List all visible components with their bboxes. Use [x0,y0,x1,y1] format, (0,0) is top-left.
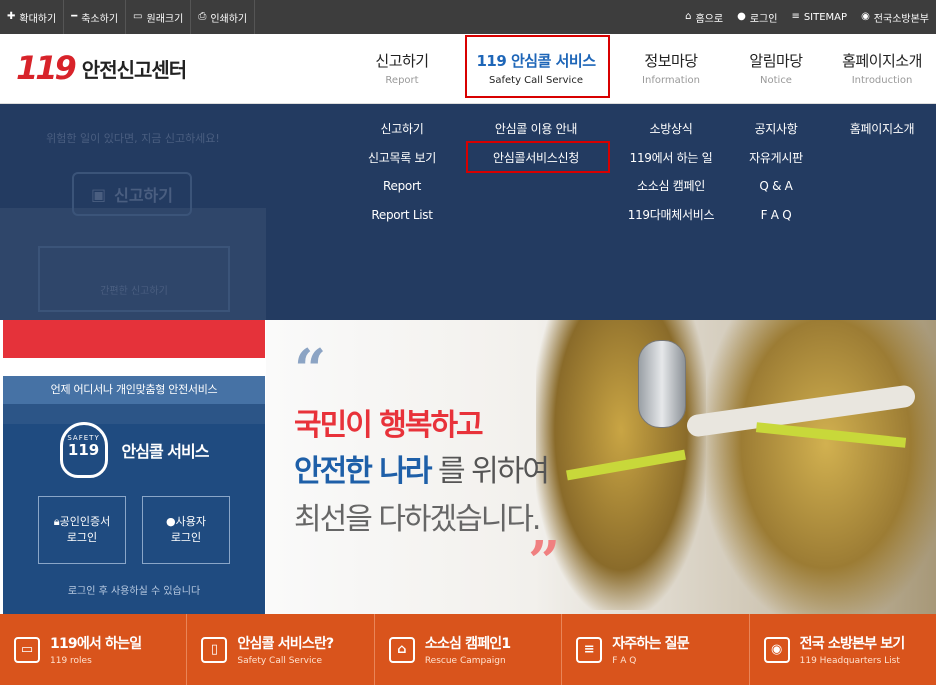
chat-icon: ≡ [576,636,603,663]
menu-item-fire-knowledge[interactable]: 소방상식 [620,120,722,149]
open-quote-icon: “ [294,337,327,403]
minus-icon: ━ [71,11,78,22]
user-icon: ●사용자 [166,515,206,528]
house-icon: ⌂ [388,636,415,663]
monitor-icon: ▭ [133,11,143,22]
hero-banner: “ 국민이 행복하고 안전한 나라 를 위하여 최선을 다하겠습니다. ” [266,320,936,616]
quick-link-119-roles[interactable]: ▭ 119에서 하는일 119 roles [0,614,188,685]
quick-link-headquarters[interactable]: ◉ 전국 소방본부 보기 119 Headquarters List [750,614,936,685]
quick-links-bar: ▭ 119에서 하는일 119 roles ▯ 안심콜 서비스란? Safety C… [0,614,936,685]
fire-hq-link[interactable]: ◉ 전국소방본부 [854,10,936,25]
report-panel-dimmed [0,208,266,424]
menu-item-free-board[interactable]: 자유게시판 [722,149,830,178]
login-buttons: 🔒︎공인인증서 로그인 ●사용자 로그인 [3,496,265,564]
safety-119-icon: SAFETY 119 [59,422,108,478]
menu-item-introduction[interactable]: 홈페이지소개 [830,120,934,149]
menu-col-notice: 공지사항 자유게시판 Q & A F A Q [722,120,830,234]
menu-col-information: 소방상식 119에서 하는 일 소소심 캠페인 119다매체서비스 [620,120,722,234]
gnb-introduction[interactable]: 홈페이지소개 Introduction [830,34,934,104]
location-icon: ◉ [861,11,870,22]
menu-item-campaign[interactable]: 소소심 캠페인 [620,177,722,206]
cert-login-button[interactable]: 🔒︎공인인증서 로그인 [38,496,126,564]
sitemap-link[interactable]: ≡ SITEMAP [784,12,854,23]
hero-line-3: 최선을 다하겠습니다. [294,502,541,537]
hero-line-1: 국민이 행복하고 [294,408,484,443]
menu-item-report[interactable]: 신고하기 [352,120,452,149]
menu-item-faq[interactable]: F A Q [722,206,830,235]
menu-item-119-roles[interactable]: 119에서 하는 일 [620,149,722,178]
page: ✚ 확대하기 ━ 축소하기 ▭ 원래크기 ⎙ 인쇄하기 ⌂ 홈으로 ● 로그인 ≡ SITEM… [0,0,936,685]
phone-icon: ▯ [201,636,228,663]
zoom-in-button[interactable]: ✚ 확대하기 [0,0,65,34]
highlight-box [466,141,610,173]
firefighter-image [706,320,936,616]
menu-item-report-list[interactable]: 신고목록 보기 [352,149,452,178]
menu-item-announcements[interactable]: 공지사항 [722,120,830,149]
lock-icon: 🔒︎공인인증서 [53,515,111,528]
monitor-icon: ▭ [14,636,40,663]
service-title-row: SAFETY 119 안심콜 서비스 [3,422,265,478]
utility-bar: ✚ 확대하기 ━ 축소하기 ▭ 원래크기 ⎙ 인쇄하기 ⌂ 홈으로 ● 로그인 ≡ SITEM… [0,0,936,34]
gnb-report[interactable]: 신고하기 Report [352,34,452,104]
gnb-information[interactable]: 정보마당 Information [620,34,722,104]
air-tank-image [638,340,686,428]
report-prompt-dimmed: 위험한 일이 있다면, 지금 신고하세요! [46,132,220,145]
home-link[interactable]: ⌂ 홈으로 [678,10,730,25]
logo-text: 안전신고센터 [81,57,187,82]
quick-link-campaign[interactable]: ⌂ 소소심 캠페인1 Rescue Campaign [375,614,563,685]
menu-col-introduction: 홈페이지소개 [830,120,934,149]
highlight-box [465,35,610,98]
gnb-notice[interactable]: 알림마당 Notice [722,34,830,104]
print-icon: ⎙ [198,11,207,22]
global-nav: 신고하기 Report 119 안심콜 서비스 Safety Call Servic… [352,34,934,104]
menu-item-multimedia[interactable]: 119다매체서비스 [620,206,722,235]
plus-icon: ✚ [7,11,16,22]
login-link[interactable]: ● 로그인 [730,10,784,25]
utility-left: ✚ 확대하기 ━ 축소하기 ▭ 원래크기 ⎙ 인쇄하기 [0,0,256,34]
zoom-out-button[interactable]: ━ 축소하기 [64,0,127,34]
home-icon: ⌂ [685,11,692,22]
user-login-button[interactable]: ●사용자 로그인 [142,496,230,564]
quick-report-dimmed: 간편한 신고하기 [38,246,230,312]
utility-right: ⌂ 홈으로 ● 로그인 ≡ SITEMAP ◉ 전국소방본부 [678,0,936,34]
logo-mark: 119 [16,49,77,87]
quick-link-safety-call[interactable]: ▯ 안심콜 서비스란? Safety Call Service [187,614,375,685]
service-title: 안심콜 서비스 [121,442,210,461]
siren-icon: ▣ [90,184,107,204]
menu-item-report-list-en[interactable]: Report List [352,206,452,235]
pin-icon: ◉ [763,636,790,663]
report-button-dimmed: ▣ 신고하기 [72,172,192,216]
menu-item-report-en[interactable]: Report [352,177,452,206]
menu-icon: ≡ [791,11,800,22]
hero-line-2: 안전한 나라 를 위하여 [294,454,550,489]
reset-size-button[interactable]: ▭ 원래크기 [126,0,192,34]
menu-item-qna[interactable]: Q & A [722,177,830,206]
menu-col-report: 신고하기 신고목록 보기 Report Report List [352,120,452,234]
print-button[interactable]: ⎙ 인쇄하기 [191,0,256,34]
site-logo[interactable]: 119 안전신고센터 [16,49,187,87]
login-note: 로그인 후 사용하실 수 있습니다 [67,586,201,597]
user-icon: ● [737,11,746,22]
quick-link-faq[interactable]: ≡ 자주하는 질문 F A Q [562,614,750,685]
close-quote-icon: ” [528,529,561,595]
